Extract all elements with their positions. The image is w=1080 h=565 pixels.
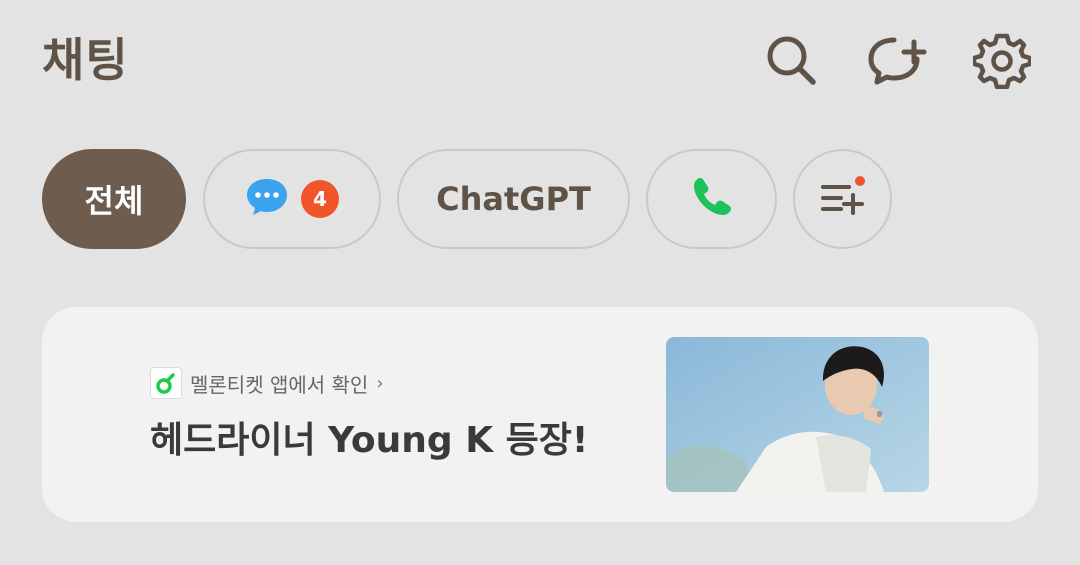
chevron-right-icon: › <box>376 372 384 394</box>
ad-source: 멜론티켓 앱에서 확인 › <box>150 367 384 399</box>
list-add-icon <box>819 175 867 223</box>
melon-logo-icon <box>150 367 182 399</box>
filter-all-chip[interactable]: 전체 <box>42 149 186 249</box>
ad-banner[interactable]: 멜론티켓 앱에서 확인 › 헤드라이너 Young K 등장! <box>42 307 1038 522</box>
ad-source-label: 멜론티켓 앱에서 확인 <box>190 372 369 397</box>
new-chat-icon[interactable] <box>867 30 927 90</box>
filter-calls-chip[interactable] <box>646 149 777 249</box>
phone-icon <box>690 175 734 223</box>
search-icon[interactable] <box>761 30 821 90</box>
filter-chatgpt-label: ChatGPT <box>436 180 591 218</box>
settings-icon[interactable] <box>972 30 1032 90</box>
ad-photo <box>666 337 929 492</box>
page-title: 채팅 <box>42 33 129 87</box>
filter-chats-chip[interactable]: 4 <box>203 149 381 249</box>
filter-chatgpt-chip[interactable]: ChatGPT <box>397 149 630 249</box>
ad-headline: 헤드라이너 Young K 등장! <box>150 420 589 461</box>
unread-count-badge: 4 <box>301 180 339 218</box>
add-filter-chip[interactable] <box>793 149 892 249</box>
chat-bubble-icon <box>245 177 289 221</box>
filter-all-label: 전체 <box>84 182 144 220</box>
